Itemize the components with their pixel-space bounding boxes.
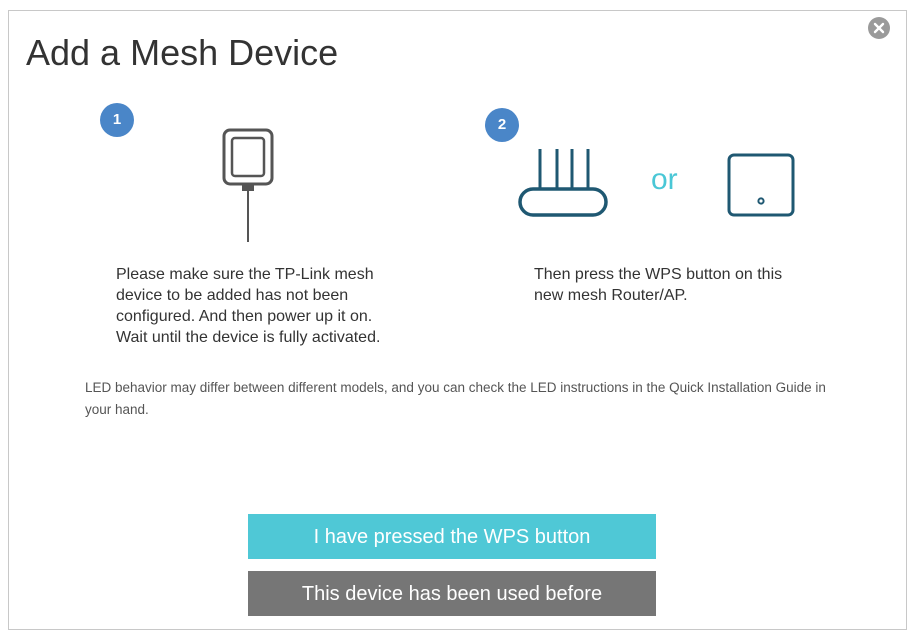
- dialog-title: Add a Mesh Device: [26, 32, 339, 73]
- or-separator: or: [651, 163, 678, 196]
- power-adapter-icon: [218, 128, 278, 251]
- step-1-text: Please make sure the TP-Link mesh device…: [116, 266, 381, 346]
- wps-pressed-button[interactable]: I have pressed the WPS button: [248, 514, 656, 559]
- mesh-ap-icon: [727, 153, 797, 224]
- close-icon[interactable]: [868, 17, 890, 39]
- step-2-text: Then press the WPS button on this new me…: [534, 266, 783, 304]
- step-1-badge: 1: [100, 103, 134, 137]
- led-note: LED behavior may differ between differen…: [85, 380, 826, 417]
- router-icon: [517, 145, 609, 226]
- step-2-badge: 2: [485, 108, 519, 142]
- device-used-before-button[interactable]: This device has been used before: [248, 571, 656, 616]
